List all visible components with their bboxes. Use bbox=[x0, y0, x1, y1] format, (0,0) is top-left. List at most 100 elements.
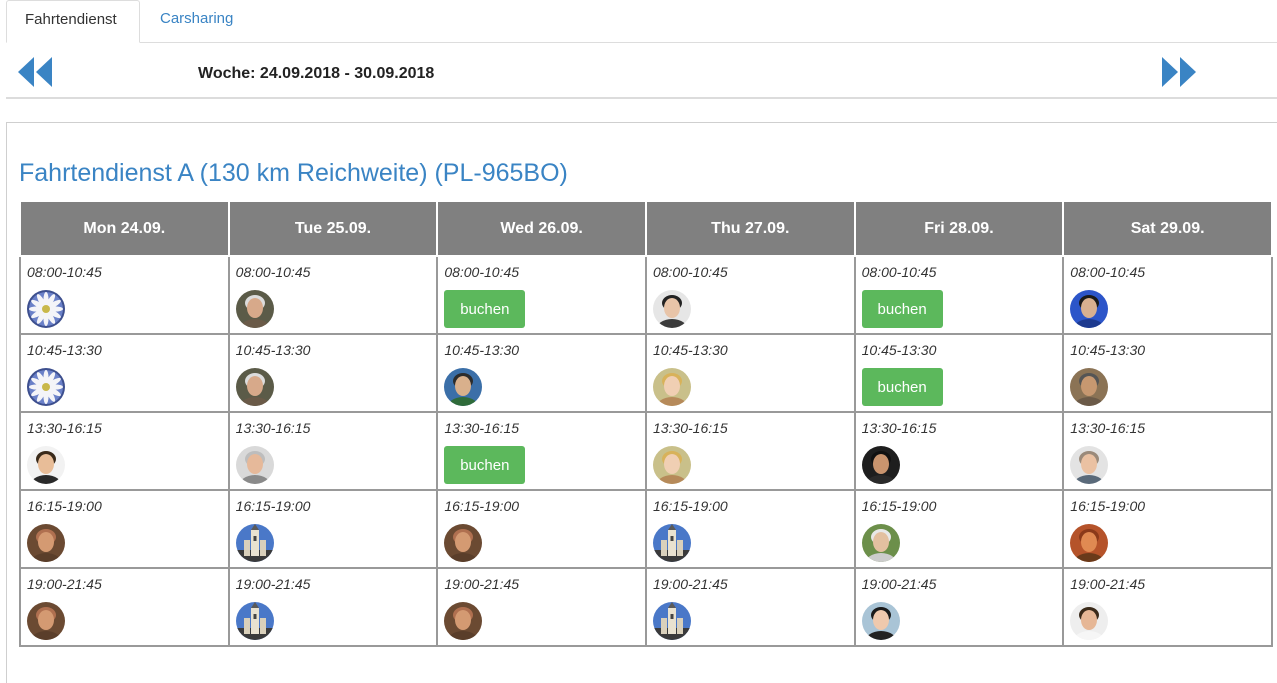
slot-cell: 08:00-10:45 buchen bbox=[436, 255, 647, 335]
user-avatar-glasses-man-icon[interactable] bbox=[1070, 446, 1109, 484]
slot-cell: 08:00-10:45 bbox=[19, 255, 230, 335]
slot-time: 16:15-19:00 bbox=[444, 498, 520, 514]
church-avatar-icon[interactable] bbox=[652, 602, 691, 640]
slot-cell: 10:45-13:30 bbox=[19, 333, 230, 413]
user-avatar-outdoor-icon[interactable] bbox=[444, 368, 483, 406]
slot-time: 08:00-10:45 bbox=[652, 264, 728, 280]
slot-cell: 13:30-16:15 bbox=[227, 411, 439, 491]
slot-time: 13:30-16:15 bbox=[444, 420, 520, 436]
slot-cell: 08:00-10:45 buchen bbox=[853, 255, 1065, 335]
user-avatar-grey-man-icon[interactable] bbox=[235, 446, 274, 484]
slot-cell: 10:45-13:30 bbox=[1062, 333, 1273, 413]
slot-time: 13:30-16:15 bbox=[1070, 420, 1146, 436]
slot-time: 10:45-13:30 bbox=[444, 342, 520, 358]
slot-time: 16:15-19:00 bbox=[27, 498, 102, 514]
day-header: Wed 26.09. bbox=[436, 200, 647, 257]
slot-time: 08:00-10:45 bbox=[1070, 264, 1146, 280]
slot-cell: 16:15-19:00 bbox=[644, 489, 856, 569]
slot-row: 16:15-19:00 16:15-19:00 16:15-19:00 16:15-1… bbox=[19, 489, 1273, 569]
book-button[interactable]: buchen bbox=[861, 368, 943, 406]
next-week-button[interactable] bbox=[1160, 57, 1196, 87]
slot-cell: 13:30-16:15 buchen bbox=[436, 411, 647, 491]
church-avatar-icon[interactable] bbox=[652, 524, 691, 562]
slot-time: 19:00-21:45 bbox=[27, 576, 102, 592]
slot-time: 16:15-19:00 bbox=[235, 498, 311, 514]
day-header: Tue 25.09. bbox=[227, 200, 439, 257]
slot-cell: 19:00-21:45 bbox=[19, 567, 230, 647]
slot-time: 19:00-21:45 bbox=[652, 576, 728, 592]
slot-cell: 19:00-21:45 bbox=[436, 567, 647, 647]
user-avatar-bearded-man-icon[interactable] bbox=[235, 368, 274, 406]
previous-week-button[interactable] bbox=[18, 57, 54, 87]
user-avatar-woman-dark-hair-icon[interactable] bbox=[652, 290, 691, 328]
user-avatar-bearded-man-icon[interactable] bbox=[235, 290, 274, 328]
slot-cell: 10:45-13:30 bbox=[436, 333, 647, 413]
tab-carsharing[interactable]: Carsharing bbox=[142, 0, 251, 42]
user-avatar-bald-glasses-icon[interactable] bbox=[444, 602, 483, 640]
day-header-row: Mon 24.09. Tue 25.09. Wed 26.09. Thu 27.… bbox=[19, 200, 1273, 257]
slot-cell: 16:15-19:00 bbox=[853, 489, 1065, 569]
slot-cell: 19:00-21:45 bbox=[644, 567, 856, 647]
slot-cell: 13:30-16:15 bbox=[19, 411, 230, 491]
user-avatar-bald-glasses-icon[interactable] bbox=[27, 602, 65, 640]
slot-time: 16:15-19:00 bbox=[861, 498, 937, 514]
user-avatar-green-outdoor-icon[interactable] bbox=[861, 524, 900, 562]
user-avatar-dark-hair-woman-icon[interactable] bbox=[861, 602, 900, 640]
slot-time: 13:30-16:15 bbox=[861, 420, 937, 436]
flower-avatar-icon[interactable] bbox=[27, 368, 65, 406]
user-avatar-blonde-woman-icon[interactable] bbox=[652, 368, 691, 406]
double-arrow-left-icon bbox=[18, 57, 52, 87]
slot-cell: 13:30-16:15 bbox=[1062, 411, 1273, 491]
slot-cell: 16:15-19:00 bbox=[436, 489, 647, 569]
slot-cell: 13:30-16:15 bbox=[853, 411, 1065, 491]
user-avatar-white-shirt-man-icon[interactable] bbox=[1070, 602, 1109, 640]
day-header: Fri 28.09. bbox=[853, 200, 1065, 257]
book-button[interactable]: buchen bbox=[861, 290, 943, 328]
slot-row: 08:00-10:45 08:00-10:45 08:00-10:45 buchen 0… bbox=[19, 255, 1273, 335]
tab-fahrtendienst[interactable]: Fahrtendienst bbox=[6, 0, 140, 43]
slot-time: 13:30-16:15 bbox=[652, 420, 728, 436]
slot-time: 10:45-13:30 bbox=[1070, 342, 1146, 358]
user-avatar-blonde-woman-icon[interactable] bbox=[652, 446, 691, 484]
church-avatar-icon[interactable] bbox=[235, 602, 274, 640]
slot-cell: 19:00-21:45 bbox=[853, 567, 1065, 647]
user-avatar-blue-logo-icon[interactable] bbox=[1070, 290, 1109, 328]
slot-time: 19:00-21:45 bbox=[861, 576, 937, 592]
user-avatar-young-man-icon[interactable] bbox=[27, 446, 65, 484]
slot-time: 10:45-13:30 bbox=[861, 342, 937, 358]
slot-cell: 10:45-13:30 bbox=[227, 333, 439, 413]
vehicle-panel: Fahrtendienst A (130 km Reichweite) (PL-… bbox=[6, 122, 1277, 683]
slot-time: 10:45-13:30 bbox=[27, 342, 102, 358]
book-button[interactable]: buchen bbox=[444, 446, 526, 484]
slot-time: 08:00-10:45 bbox=[861, 264, 937, 280]
slot-row: 10:45-13:30 10:45-13:30 10:45-13:30 10:45-1… bbox=[19, 333, 1273, 413]
slot-cell: 08:00-10:45 bbox=[1062, 255, 1273, 335]
user-avatar-sunglasses-icon[interactable] bbox=[1070, 368, 1109, 406]
slot-cell: 19:00-21:45 bbox=[227, 567, 439, 647]
day-header: Sat 29.09. bbox=[1062, 200, 1273, 257]
slot-cell: 08:00-10:45 bbox=[227, 255, 439, 335]
week-navigation: Woche: 24.09.2018 - 30.09.2018 bbox=[6, 43, 1277, 99]
church-avatar-icon[interactable] bbox=[235, 524, 274, 562]
slot-cell: 10:45-13:30 bbox=[644, 333, 856, 413]
slot-time: 10:45-13:30 bbox=[235, 342, 311, 358]
tab-bar: Fahrtendienst Carsharing bbox=[6, 0, 1277, 43]
book-button[interactable]: buchen bbox=[444, 290, 526, 328]
slot-row: 13:30-16:15 13:30-16:15 13:30-16:15 buchen 1… bbox=[19, 411, 1273, 491]
week-range-label: Woche: 24.09.2018 - 30.09.2018 bbox=[198, 65, 435, 82]
slot-cell: 08:00-10:45 bbox=[644, 255, 856, 335]
slot-time: 19:00-21:45 bbox=[235, 576, 311, 592]
user-avatar-bald-glasses-icon[interactable] bbox=[444, 524, 483, 562]
slot-time: 19:00-21:45 bbox=[444, 576, 520, 592]
user-avatar-dark-man-icon[interactable] bbox=[861, 446, 900, 484]
slot-time: 08:00-10:45 bbox=[444, 264, 520, 280]
slot-time: 13:30-16:15 bbox=[235, 420, 311, 436]
vehicle-title: Fahrtendienst A (130 km Reichweite) (PL-… bbox=[19, 159, 568, 187]
user-avatar-orange-face-icon[interactable] bbox=[1070, 524, 1109, 562]
double-arrow-right-icon bbox=[1162, 57, 1196, 87]
slot-time: 08:00-10:45 bbox=[235, 264, 311, 280]
flower-avatar-icon[interactable] bbox=[27, 290, 65, 328]
user-avatar-bald-glasses-icon[interactable] bbox=[27, 524, 65, 562]
slot-time: 08:00-10:45 bbox=[27, 264, 102, 280]
slot-cell: 13:30-16:15 bbox=[644, 411, 856, 491]
